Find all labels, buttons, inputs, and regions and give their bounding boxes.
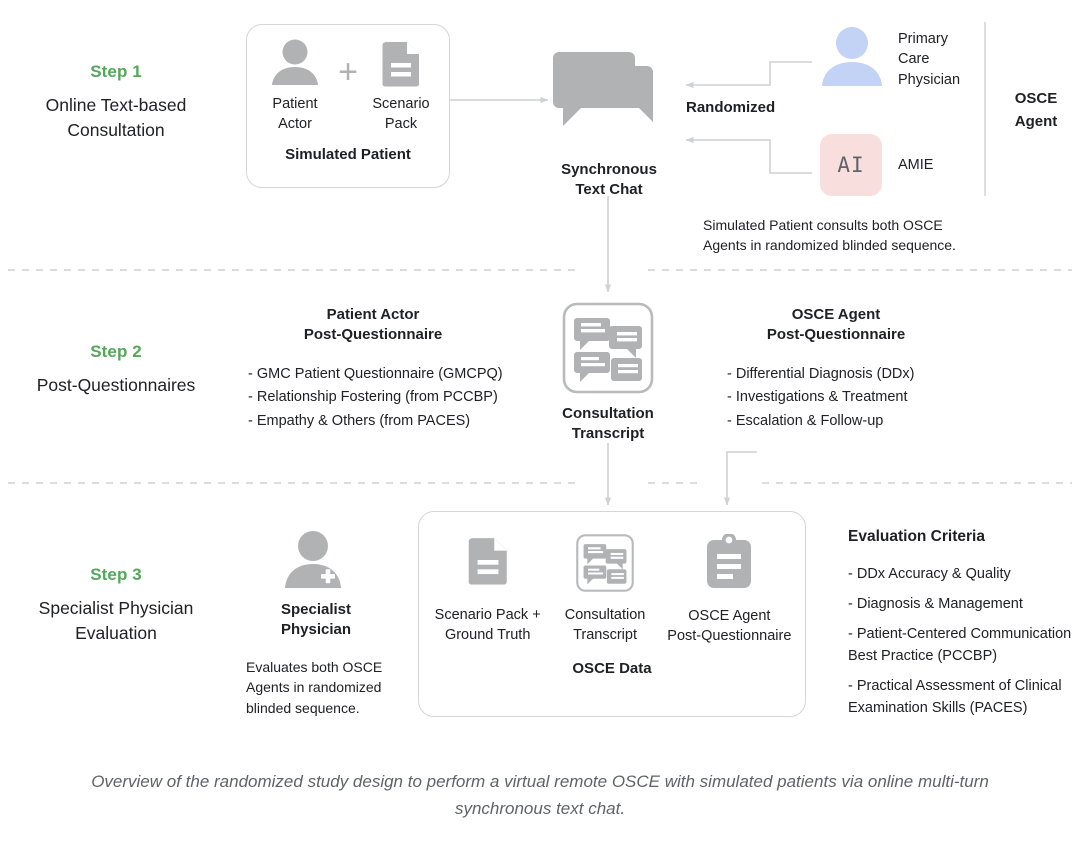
patient-actor-questionnaire-title: Patient Actor Post-Questionnaire: [303, 306, 443, 344]
osce-data-label: OSCE Agent Post-Questionnaire: [667, 608, 792, 645]
specialist-physician-note: Evaluates both OSCE Agents in randomized…: [246, 659, 383, 716]
document-icon: [468, 538, 507, 585]
list-item: - GMC Patient Questionnaire (GMCPQ): [248, 366, 503, 382]
step-3-label: Step 3: [90, 565, 142, 584]
figure-caption-wrapper: Overview of the randomized study design …: [90, 768, 990, 822]
list-item: - Practical Assessment of Clinical Exami…: [848, 678, 1062, 717]
osce-agent-questionnaire-items: - Differential Diagnosis (DDx) - Investi…: [727, 363, 1027, 433]
consultation-transcript-caption: Consultation Transcript: [562, 405, 654, 443]
list-item: - Patient-Centered Communication Best Pr…: [848, 626, 1072, 665]
patient-actor-label: Patient Actor: [272, 96, 318, 133]
clipboard-icon: [707, 533, 752, 588]
list-item: - Empathy & Others (from PACES): [248, 412, 471, 429]
evaluation-criteria-items: - DDx Accuracy & Quality - Diagnosis & M…: [848, 563, 1080, 727]
list-item: - Diagnosis & Management: [848, 596, 1023, 613]
primary-care-physician-icon: [818, 26, 886, 93]
primary-care-physician-label: Primary Care Physician: [898, 31, 961, 88]
osce-data-caption: OSCE Data: [572, 659, 652, 677]
synchronous-text-chat-caption: Synchronous Text Chat: [561, 161, 657, 199]
ai-badge-text: AI: [837, 153, 865, 177]
osce-data-label: Consultation Transcript: [564, 607, 646, 644]
patient-actor-questionnaire-items: - GMC Patient Questionnaire (GMCPQ) - Re…: [248, 363, 548, 433]
specialist-physician-icon: [281, 530, 351, 597]
scenario-pack-group: Scenario Pack: [365, 39, 437, 135]
chat-bubbles-icon: [553, 52, 653, 126]
osce-data-label: Scenario Pack + Ground Truth: [434, 607, 541, 644]
osce-data-box: Scenario Pack + Ground Truth Consultatio…: [418, 511, 806, 717]
transcript-icon: [562, 302, 654, 394]
simulated-patient-caption: Simulated Patient: [285, 145, 411, 163]
list-item: - Relationship Fostering (from PCCBP): [248, 389, 498, 406]
step-3-title: Specialist Physician Evaluation: [38, 598, 194, 644]
scenario-pack-label: Scenario Pack: [372, 96, 430, 133]
person-icon: [272, 39, 318, 85]
amie-label: AMIE: [898, 157, 934, 173]
osce-data-item-scenario-pack: Scenario Pack + Ground Truth: [429, 534, 546, 647]
transcript-icon: [576, 534, 634, 592]
step-2-label: Step 2: [90, 342, 142, 361]
specialist-physician-caption: Specialist Physician: [280, 601, 352, 639]
step-1-title: Online Text-based Consultation: [45, 95, 187, 141]
osce-agent-questionnaire-title: OSCE Agent Post-Questionnaire: [766, 306, 906, 344]
amie-ai-badge: AI: [820, 134, 882, 196]
randomized-label: Randomized: [686, 99, 776, 116]
step-2-title: Post-Questionnaires: [36, 375, 196, 395]
step-1-label: Step 1: [90, 62, 142, 81]
document-icon: [382, 42, 419, 87]
osce-agent-side-label: OSCE Agent: [1014, 90, 1058, 130]
diagram-canvas: Step 1 Online Text-based Consultation Pa…: [0, 0, 1080, 844]
plus-icon: +: [338, 53, 358, 91]
list-item: - Differential Diagnosis (DDx): [727, 366, 915, 382]
patient-actor-group: Patient Actor: [259, 39, 331, 135]
synchronous-text-chat-group: [551, 52, 669, 169]
list-item: - DDx Accuracy & Quality: [848, 566, 1011, 582]
evaluation-criteria-title: Evaluation Criteria: [848, 528, 985, 545]
list-item: - Escalation & Follow-up: [727, 412, 884, 429]
consultation-transcript-group: [562, 302, 654, 399]
figure-caption: Overview of the randomized study design …: [91, 772, 989, 819]
step-1-note: Simulated Patient consults both OSCE Age…: [703, 217, 956, 254]
list-item: - Investigations & Treatment: [727, 389, 908, 406]
simulated-patient-box: Patient Actor + Scenario Pack Simulated …: [246, 24, 450, 188]
osce-data-item-questionnaire: OSCE Agent Post-Questionnaire: [664, 533, 795, 647]
osce-data-item-transcript: Consultation Transcript: [546, 534, 663, 647]
